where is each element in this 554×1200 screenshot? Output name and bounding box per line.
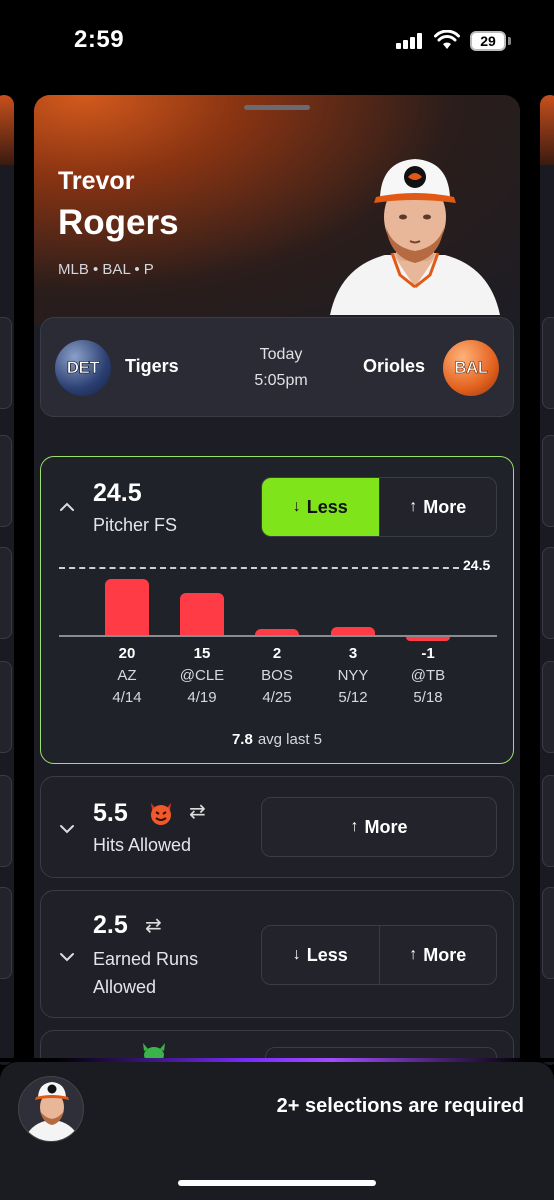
prop-card-hits-allowed[interactable]: 5.5 Hits Allowed ⇄ ↑ More [40,776,514,878]
arrow-up-icon: ↑ [409,946,418,963]
chart-x-label: -1 @TB 5/18 [393,643,463,709]
prop-line-value: 5.5 [93,799,128,827]
battery-tip [508,37,511,45]
game-day: Today [259,346,303,363]
clock: 2:59 [74,26,125,53]
player-card: Trevor Rogers MLB • BAL • P DET Tigers T… [34,95,520,1075]
chart-category-label: AZ [117,667,137,684]
prop-stat-name: Pitcher FS [93,515,178,535]
chart-date-label: 5/12 [338,689,368,706]
chart-value-label: 15 [193,645,211,662]
chart-date-label: 4/25 [262,689,292,706]
arrow-up-icon: ↑ [409,498,418,515]
chart-x-label: 20 AZ 4/14 [92,643,162,709]
swap-icon: ⇄ [145,915,162,937]
average-summary: 7.8 avg last 5 [41,731,513,748]
prop-stat-name-line1: Earned Runs [93,949,199,969]
chart-category-label: @CLE [179,667,225,684]
game-matchup[interactable]: DET Tigers Today 5:05pm Orioles BAL [40,317,514,417]
prop-card-pitcher-fs[interactable]: 24.5 Pitcher FS ↓ Less ↑ More 24.5 20 AZ 4… [40,456,514,764]
bal-team-logo: BAL [443,340,499,396]
battery-icon: 29 [470,31,506,51]
chart-value-label: -1 [421,645,435,662]
arrow-up-icon: ↑ [350,818,359,835]
chart-x-label: 2 BOS 4/25 [242,643,312,709]
average-value: 7.8 [231,731,253,748]
average-label: avg last 5 [257,731,323,748]
more-button[interactable]: ↑ More [262,798,496,856]
less-more-toggle: ↓ Less ↑ More [261,477,497,537]
chart-x-label: 15 @CLE 4/19 [167,643,237,709]
threshold-line [59,567,459,569]
chart-x-label: 3 NYY 5/12 [318,643,388,709]
status-bar: 2:59 29 [0,0,554,84]
prop-stat-name-line2: Allowed [93,977,157,997]
chart-date-label: 4/14 [112,689,142,706]
prop-line-value: 2.5 [93,911,128,939]
prop-card-earned-runs[interactable]: 2.5 ⇄ Earned Runs Allowed ↓ Less ↑ More [40,890,514,1018]
prop-stat-name: Hits Allowed [93,835,192,855]
more-button[interactable]: ↑ More [378,478,497,536]
chart-date-label: 4/19 [187,689,217,706]
drag-handle[interactable] [244,105,310,110]
devil-icon [151,803,171,825]
next-card-peek[interactable] [540,95,554,1065]
chevron-down-icon[interactable] [59,949,75,965]
chart-bar [255,629,299,635]
recent-games-chart: 24.5 20 AZ 4/14 15 @CLE 4/19 2 BOS 4/25 3 NYY 5/12 -… [59,557,499,707]
chart-bar [180,593,224,635]
cellular-signal-icon [396,33,426,49]
previous-card-peek[interactable] [0,95,14,1065]
prop-line-value: 24.5 [93,479,142,507]
swap-icon: ⇄ [189,801,206,823]
chart-bar [331,626,375,635]
player-last-name: Rogers [58,203,179,242]
less-button[interactable]: ↓ Less [262,478,379,536]
game-time: 5:05pm [254,372,308,389]
chevron-up-icon[interactable] [59,499,75,515]
home-team-name: Tigers [125,356,179,376]
chart-category-label: NYY [337,667,369,684]
home-indicator[interactable] [178,1180,376,1186]
arrow-down-icon: ↓ [292,498,301,515]
more-only-toggle: ↑ More [261,797,497,857]
chart-value-label: 20 [118,645,136,662]
chart-value-label: 2 [272,645,282,662]
less-more-toggle: ↓ Less ↑ More [261,925,497,985]
player-first-name: Trevor [58,167,135,195]
chevron-down-icon[interactable] [59,821,75,837]
chart-bar [105,579,149,635]
threshold-label: 24.5 [463,557,491,573]
wifi-icon [434,30,460,49]
selected-player-avatar[interactable] [18,1076,84,1142]
chart-value-label: 3 [348,645,358,662]
selection-requirement-text: 2+ selections are required [276,1095,524,1117]
selection-bar[interactable]: 2+ selections are required [0,1062,554,1200]
chart-category-label: BOS [261,667,293,684]
arrow-down-icon: ↓ [292,946,301,963]
chart-bar [406,637,450,641]
more-button[interactable]: ↑ More [378,926,497,984]
player-headshot [330,159,500,315]
det-team-logo: DET [55,340,111,396]
away-team-name: Orioles [363,356,426,376]
chart-category-label: @TB [410,667,446,684]
player-meta: MLB • BAL • P [58,261,154,278]
chart-date-label: 5/18 [413,689,443,706]
less-button[interactable]: ↓ Less [262,926,379,984]
